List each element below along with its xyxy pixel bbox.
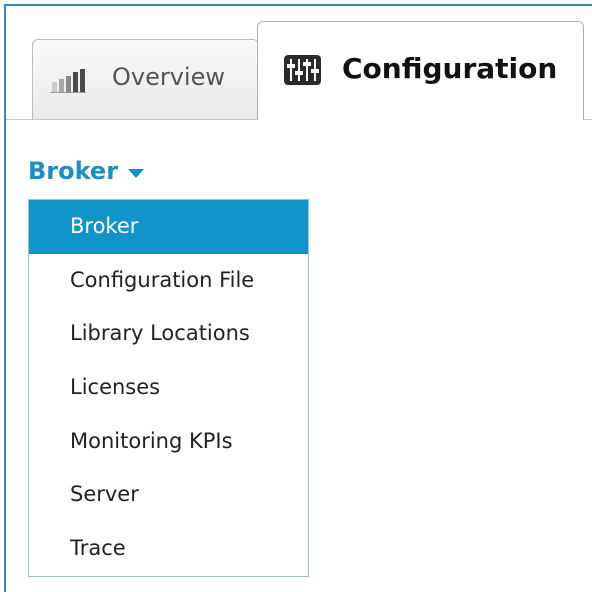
- menu-item-licenses[interactable]: Licenses: [29, 361, 308, 415]
- bar-chart-icon: [50, 69, 86, 93]
- tab-strip: Overview Configuration: [6, 6, 592, 121]
- tab-configuration[interactable]: Configuration: [257, 21, 584, 121]
- broker-dropdown-toggle[interactable]: Broker: [28, 157, 145, 185]
- content-panel: Overview Configuration Broker Broker Con…: [4, 4, 592, 592]
- dropdown-menu: Broker Configuration File Library Locati…: [28, 199, 309, 577]
- tab-overview-label: Overview: [112, 63, 225, 91]
- menu-item-configuration-file[interactable]: Configuration File: [29, 254, 308, 308]
- dropdown-selected-label: Broker: [28, 157, 119, 185]
- menu-item-monitoring-kpis[interactable]: Monitoring KPIs: [29, 415, 308, 469]
- sliders-icon: [284, 55, 321, 85]
- tab-configuration-label: Configuration: [342, 52, 558, 85]
- caret-down-icon: [128, 168, 145, 178]
- menu-item-trace[interactable]: Trace: [29, 522, 308, 576]
- menu-item-broker[interactable]: Broker: [29, 200, 308, 254]
- tab-overview[interactable]: Overview: [32, 39, 259, 120]
- menu-list: Broker Configuration File Library Locati…: [29, 200, 308, 576]
- menu-item-library-locations[interactable]: Library Locations: [29, 307, 308, 361]
- menu-item-server[interactable]: Server: [29, 468, 308, 522]
